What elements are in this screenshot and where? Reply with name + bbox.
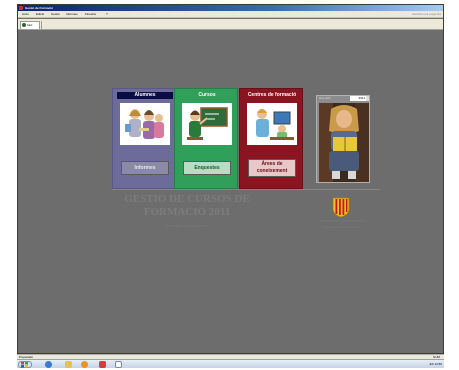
browser-icon[interactable] <box>45 361 52 368</box>
menu-help[interactable]: ? <box>106 11 108 18</box>
informes-button[interactable]: Informes <box>121 161 169 175</box>
year-select[interactable]: 2011 <box>350 96 366 101</box>
active-window-icon[interactable] <box>115 361 122 368</box>
chevron-down-icon[interactable] <box>366 96 369 101</box>
system-tray: ES 14:55 <box>429 362 442 366</box>
menu-arxiu[interactable]: Arxiu <box>22 11 29 18</box>
menu-gestio[interactable]: Gestió <box>51 11 60 18</box>
panel-centres: Centres de formació Àrees de coneixement <box>239 88 303 189</box>
tab-strip: Inici <box>18 19 443 30</box>
students-image[interactable] <box>120 103 170 145</box>
year-selector: Any ACT. 2011 <box>318 96 370 101</box>
panel-centres-header: Centres de formació <box>244 92 300 99</box>
app-icon <box>19 6 23 10</box>
content-divider <box>112 189 380 190</box>
taskbar: ES 14:55 <box>17 359 444 368</box>
year-photo-frame: Any ACT. 2011 <box>316 95 370 183</box>
arees-coneixement-button[interactable]: Àrees de coneixement <box>248 159 296 177</box>
tab-inici[interactable]: Inici <box>20 21 40 29</box>
teacher-image[interactable] <box>182 103 232 145</box>
tab-separator <box>41 21 43 29</box>
panel-cursos-header: Cursos <box>179 92 235 99</box>
menu-bar: Arxiu Edició Gestió Informes Finestra ? … <box>18 11 443 18</box>
menu-finestra[interactable]: Finestra <box>85 11 96 18</box>
page-subtitle: Formació en l'Empresa <box>166 223 208 228</box>
enquestes-button[interactable]: Enquestes <box>183 161 231 175</box>
start-button[interactable] <box>18 361 32 368</box>
department-name: Departament de Presidència <box>322 225 362 229</box>
year-label: Any ACT. <box>319 96 332 100</box>
panel-alumnes-header: Alumnes <box>117 92 173 99</box>
panel-alumnes: Alumnes Informes <box>112 88 176 189</box>
training-center-image[interactable] <box>247 103 297 145</box>
tab-inici-label: Inici <box>27 23 33 27</box>
panel-cursos: Cursos Enquestes <box>174 88 238 189</box>
menu-edicio[interactable]: Edició <box>36 11 44 18</box>
help-search-input[interactable]: Escriba una pregunta <box>412 12 441 17</box>
menu-informes[interactable]: Informes <box>66 11 78 18</box>
access-icon[interactable] <box>99 361 106 368</box>
government-name: GENERALITAT DE CATALUNYA <box>320 219 364 223</box>
page-title: GESTIÓ DE CURSOS DE FORMACIÓ 2011 <box>124 193 250 218</box>
student-reading-photo <box>319 103 369 182</box>
form-icon <box>22 23 26 27</box>
generalitat-crest-icon <box>332 197 350 218</box>
folder-icon[interactable] <box>65 361 72 368</box>
media-icon[interactable] <box>81 361 88 368</box>
